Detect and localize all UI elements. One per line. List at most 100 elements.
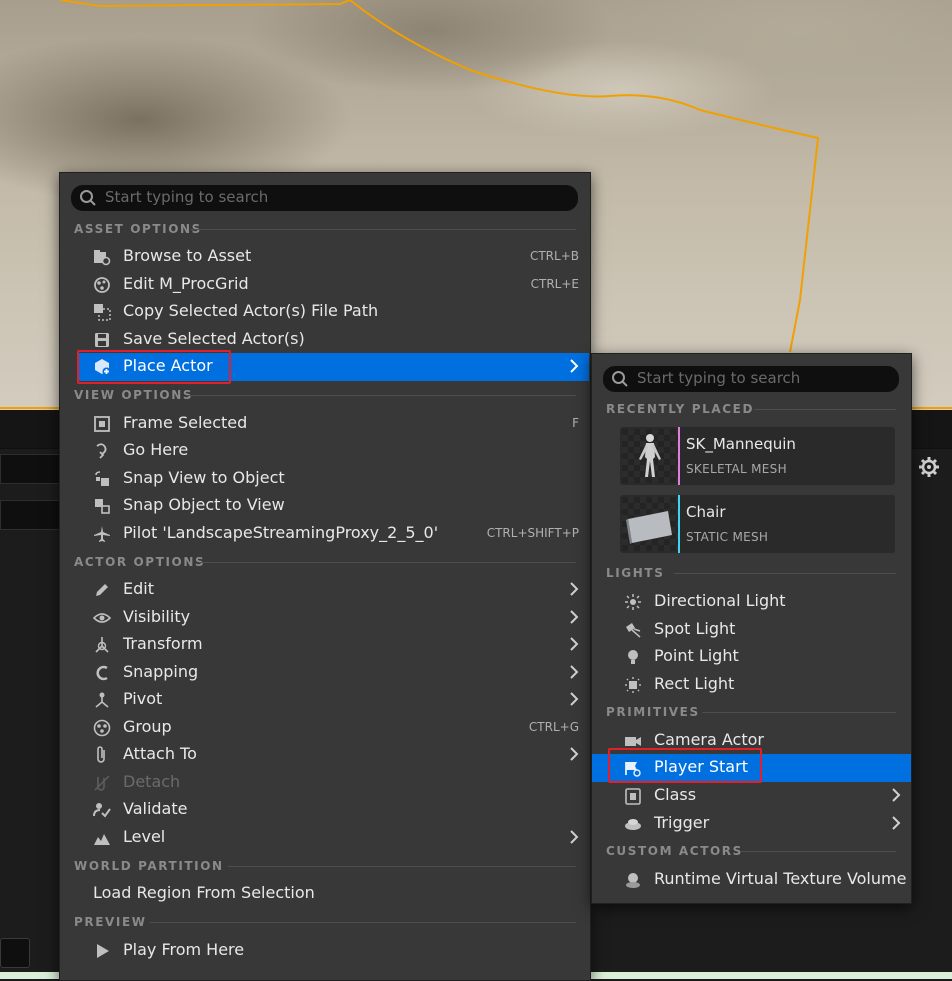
chevron-right-icon — [570, 610, 579, 624]
label: Snap Object to View — [123, 495, 285, 514]
annotation-box-place-actor — [77, 350, 231, 384]
section-primitives: PRIMITIVES — [606, 705, 700, 719]
menu-item-trigger[interactable]: Trigger — [592, 810, 911, 837]
chevron-right-icon — [570, 747, 579, 761]
menu-item-copy-file-path[interactable]: Copy Selected Actor(s) File Path — [77, 298, 589, 325]
label: Validate — [123, 799, 188, 818]
label: Level — [123, 827, 166, 846]
divider — [754, 409, 896, 410]
chevron-right-icon — [892, 788, 901, 802]
divider — [188, 395, 576, 396]
transform-icon — [95, 637, 109, 653]
menu-search-input[interactable]: Start typing to search — [71, 185, 578, 211]
menu-item-edit[interactable]: Edit — [77, 576, 589, 603]
divider — [228, 866, 576, 867]
divider — [674, 573, 896, 574]
menu-item-point-light[interactable]: Point Light — [592, 643, 911, 670]
asset-thumbnail — [622, 497, 678, 551]
menu-item-rect-light[interactable]: Rect Light — [592, 671, 911, 698]
menu-item-browse-to-asset[interactable]: Browse to Asset CTRL+B — [77, 243, 589, 270]
divider — [150, 922, 576, 923]
section-actor-options: ACTOR OPTIONS — [74, 555, 206, 569]
eye-icon — [93, 613, 111, 623]
recent-asset-card[interactable]: Chair STATIC MESH — [620, 495, 895, 553]
paperclip-icon — [97, 746, 105, 763]
menu-item-snapping[interactable]: Snapping — [77, 659, 589, 686]
menu-item-detach: Detach — [77, 769, 589, 796]
play-icon — [97, 944, 109, 958]
material-sphere-icon — [94, 277, 110, 293]
label: Edit — [123, 579, 154, 598]
label: Pilot 'LandscapeStreamingProxy_2_5_0' — [123, 523, 439, 542]
trigger-icon — [625, 819, 641, 830]
label: Group — [123, 717, 172, 736]
label: Detach — [123, 772, 181, 791]
search-placeholder: Start typing to search — [637, 369, 801, 387]
menu-item-rvt-volume[interactable]: Runtime Virtual Texture Volume — [592, 866, 911, 893]
submenu-search-input[interactable]: Start typing to search — [603, 366, 899, 392]
divider — [190, 229, 576, 230]
level-icon — [94, 834, 110, 845]
menu-item-snap-view-to-object[interactable]: Snap View to Object — [77, 465, 589, 492]
snap-view-icon — [95, 471, 109, 486]
menu-item-load-region[interactable]: Load Region From Selection — [77, 880, 589, 907]
search-icon — [80, 190, 96, 206]
recent-asset-card[interactable]: SK_Mannequin SKELETAL MESH — [620, 427, 895, 485]
actor-context-menu: Start typing to search ASSET OPTIONS Bro… — [59, 172, 591, 981]
asset-thumbnail — [622, 429, 678, 483]
menu-item-visibility[interactable]: Visibility — [77, 604, 589, 631]
browse-folder-icon — [94, 250, 111, 266]
label: Directional Light — [654, 591, 786, 610]
section-recently-placed: RECENTLY PLACED — [606, 402, 755, 416]
asset-name: SK_Mannequin — [686, 435, 796, 453]
menu-item-play-from-here[interactable]: Play From Here — [77, 937, 589, 964]
asset-name: Chair — [686, 503, 726, 521]
section-view-options: VIEW OPTIONS — [74, 388, 194, 402]
section-asset-options: ASSET OPTIONS — [74, 222, 202, 236]
rect-light-icon — [625, 677, 641, 693]
group-icon — [93, 719, 111, 737]
menu-item-edit-material[interactable]: Edit M_ProcGrid CTRL+E — [77, 271, 589, 298]
menu-item-attach-to[interactable]: Attach To — [77, 741, 589, 768]
menu-item-pivot[interactable]: Pivot — [77, 686, 589, 713]
search-placeholder: Start typing to search — [105, 188, 269, 206]
panel-field[interactable] — [0, 500, 62, 530]
menu-item-validate[interactable]: Validate — [77, 796, 589, 823]
class-icon — [625, 788, 641, 805]
menu-item-snap-object-to-view[interactable]: Snap Object to View — [77, 492, 589, 519]
menu-item-frame-selected[interactable]: Frame Selected F — [77, 410, 589, 437]
menu-item-save-actors[interactable]: Save Selected Actor(s) — [77, 326, 589, 353]
panel-field[interactable] — [0, 454, 62, 484]
snap-object-icon — [95, 499, 110, 514]
directional-light-icon — [625, 594, 641, 610]
menu-item-group[interactable]: Group CTRL+G — [77, 714, 589, 741]
mannequin-icon — [639, 434, 661, 477]
menu-item-pilot-actor[interactable]: Pilot 'LandscapeStreamingProxy_2_5_0' CT… — [77, 520, 589, 547]
label: Spot Light — [654, 619, 736, 638]
divider — [200, 562, 576, 563]
menu-item-directional-light[interactable]: Directional Light — [592, 588, 911, 615]
label: Attach To — [123, 744, 197, 763]
label: Snapping — [123, 662, 199, 681]
search-icon — [612, 371, 628, 387]
chevron-right-icon — [570, 692, 579, 706]
section-lights: LIGHTS — [606, 566, 665, 580]
label: Snap View to Object — [123, 468, 285, 487]
chevron-right-icon — [570, 665, 579, 679]
place-actor-submenu: Start typing to search RECENTLY PLACED S… — [591, 353, 912, 904]
section-custom-actors: CUSTOM ACTORS — [606, 844, 743, 858]
section-world-partition: WORLD PARTITION — [74, 859, 224, 873]
menu-item-level[interactable]: Level — [77, 824, 589, 851]
menu-item-spot-light[interactable]: Spot Light — [592, 616, 911, 643]
menu-item-go-here[interactable]: Go Here — [77, 437, 589, 464]
divider — [702, 712, 896, 713]
gear-icon[interactable] — [918, 456, 940, 478]
panel-field[interactable] — [0, 938, 30, 968]
validate-icon — [93, 803, 111, 818]
shortcut: CTRL+B — [529, 249, 579, 263]
asset-type: SKELETAL MESH — [686, 462, 787, 476]
menu-item-transform[interactable]: Transform — [77, 631, 589, 658]
chair-mesh-icon — [626, 511, 672, 544]
menu-item-class[interactable]: Class — [592, 782, 911, 809]
label: Pivot — [123, 689, 163, 708]
